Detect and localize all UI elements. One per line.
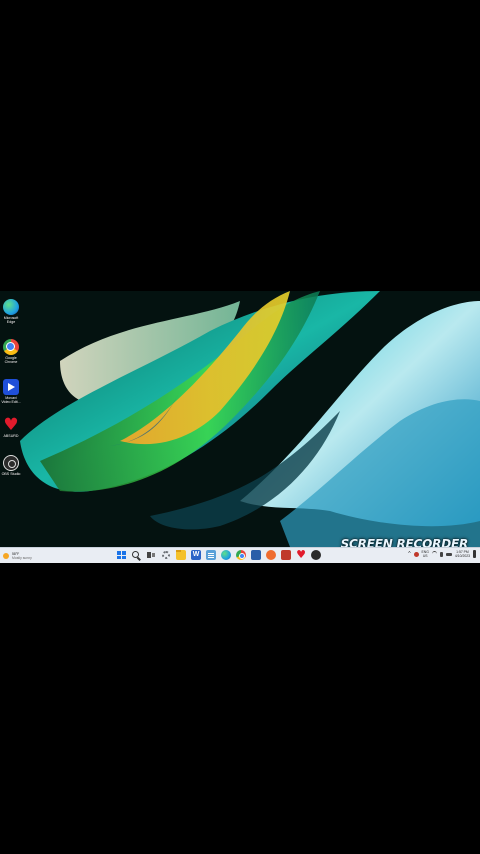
taskbar-app-red[interactable] — [281, 550, 291, 560]
taskbar-edge[interactable] — [221, 550, 231, 560]
desktop-icon-label: ABSURD — [3, 434, 19, 438]
weather-widget[interactable]: 58°F Mostly sunny — [3, 550, 32, 561]
tray-app-icon[interactable] — [413, 551, 419, 557]
desktop-icon-label: Movavi Video Edit... — [1, 396, 21, 404]
taskbar-start-button[interactable] — [116, 550, 126, 560]
gear-icon — [162, 551, 170, 559]
taskbar-file-explorer[interactable] — [176, 550, 186, 560]
desktop-icon-chrome[interactable]: Google Chrome — [1, 339, 21, 364]
desktop-icon-app-heart[interactable]: ♥ ABSURD — [1, 415, 21, 439]
language-region: US — [422, 554, 428, 558]
wifi-icon[interactable] — [431, 551, 437, 557]
desktop-icon-obs[interactable]: OBS Studio — [1, 455, 21, 476]
heart-icon: ♥ — [3, 415, 19, 435]
desktop-icon-label: Microsoft Edge — [3, 316, 19, 324]
weather-condition: Mostly sunny — [12, 555, 32, 560]
taskbar-word[interactable]: W — [191, 550, 201, 560]
weather-text: 58°F Mostly sunny — [12, 552, 32, 560]
clock-date: 4/10/2023 — [454, 554, 470, 558]
notepad-icon — [208, 553, 214, 554]
taskbar-settings[interactable] — [161, 550, 171, 560]
taskbar-notepad[interactable] — [206, 550, 216, 560]
heart-icon: ♥ — [296, 548, 306, 561]
video-editor-icon — [3, 379, 19, 395]
desktop-icon-label: Google Chrome — [4, 356, 18, 364]
taskbar-app-heart[interactable]: ♥ — [296, 548, 306, 561]
word-icon: W — [192, 551, 200, 558]
screen-recorder-watermark: SCREEN RECORDER — [340, 537, 469, 547]
taskbar-apps: W ♥ — [116, 548, 321, 561]
system-tray: ^ ENG US 1:57 PM 4/10/2023 — [408, 550, 476, 558]
taskbar-search-button[interactable] — [131, 550, 141, 561]
taskbar-store[interactable] — [251, 550, 261, 560]
folder-icon — [176, 550, 181, 552]
task-view-icon — [147, 552, 151, 558]
desktop: Microsoft Edge Google Chrome Movavi Vide… — [0, 291, 480, 547]
volume-icon[interactable] — [439, 551, 443, 557]
obs-icon — [3, 455, 19, 471]
clock[interactable]: 1:57 PM 4/10/2023 — [455, 550, 470, 558]
edge-icon — [3, 299, 19, 315]
sun-icon — [3, 552, 9, 559]
taskbar-obs[interactable] — [311, 550, 321, 560]
chrome-icon — [239, 553, 245, 559]
desktop-icon-label: OBS Studio — [1, 472, 21, 476]
taskbar-task-view-button[interactable] — [146, 550, 156, 560]
desktop-icon-edge[interactable]: Microsoft Edge — [1, 299, 21, 324]
desktop-icon-video-editor[interactable]: Movavi Video Edit... — [1, 379, 21, 404]
taskbar-chrome[interactable] — [236, 550, 246, 560]
chrome-icon — [3, 339, 19, 355]
wallpaper — [0, 291, 480, 547]
taskbar: 58°F Mostly sunny W ♥ ^ ENG US 1:57 PM 4… — [0, 547, 480, 563]
windows-start-icon — [117, 551, 121, 555]
battery-icon[interactable] — [445, 552, 452, 556]
taskbar-app-orange[interactable] — [266, 550, 276, 560]
chevron-up-icon[interactable]: ^ — [408, 552, 410, 557]
language-indicator[interactable]: ENG US — [422, 550, 429, 558]
notification-icon[interactable] — [473, 550, 476, 558]
